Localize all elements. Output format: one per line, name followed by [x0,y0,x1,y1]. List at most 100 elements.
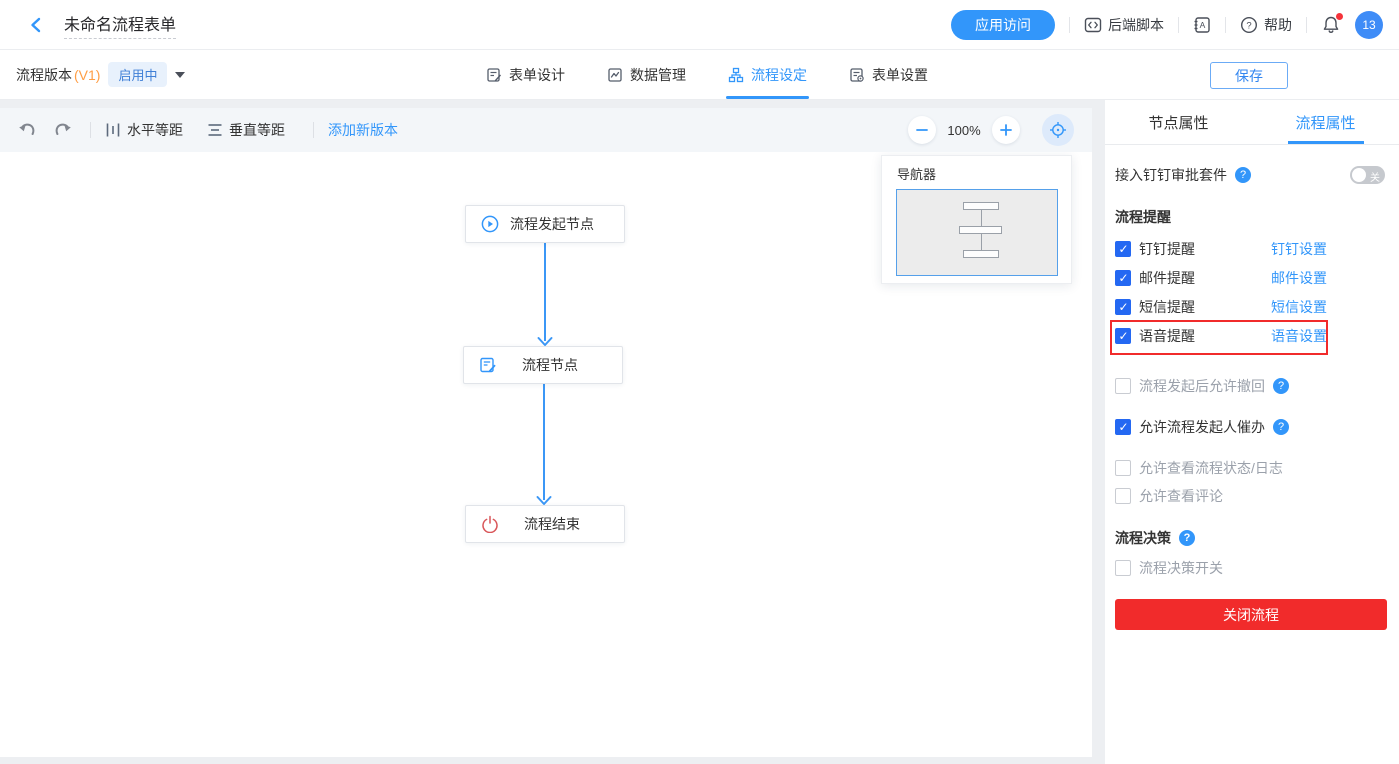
tab-flow-properties[interactable]: 流程属性 [1252,100,1399,144]
reminder-rows: 钉钉提醒 钉钉设置 邮件提醒 邮件设置 短信提醒 短信设置 [1115,235,1385,350]
help-icon[interactable]: ? [1235,167,1251,183]
properties-tabs: 节点属性 流程属性 [1105,100,1399,145]
code-icon [1084,16,1102,34]
divider [1069,17,1070,33]
help-icon[interactable]: ? [1179,530,1195,546]
back-button[interactable] [22,11,50,39]
backend-script-button[interactable]: 后端脚本 [1084,15,1164,35]
dingtalk-settings-link[interactable]: 钉钉设置 [1271,239,1327,259]
redo-icon [53,120,73,140]
divider [1178,17,1179,33]
checkbox-email-reminder[interactable] [1115,270,1131,286]
flow-setting-icon [728,67,744,83]
reminder-label: 钉钉提醒 [1139,239,1235,259]
voice-settings-link[interactable]: 语音设置 [1271,326,1327,346]
option-row-allow-withdraw: 流程发起后允许撤回 ? [1115,372,1385,400]
reminder-row-sms: 短信提醒 短信设置 [1115,293,1385,321]
reminder-row-dingtalk: 钉钉提醒 钉钉设置 [1115,235,1385,263]
decision-switch-row: 流程决策开关 [1115,554,1385,582]
dingtalk-suite-row: 接入钉钉审批套件 ? 关 [1115,165,1385,185]
reminder-label: 邮件提醒 [1139,268,1235,288]
toggle-knob [1352,168,1366,182]
minimap-node [963,250,999,258]
zoom-out-button[interactable] [908,116,936,144]
undo-button[interactable] [14,117,40,143]
reminder-row-voice: 语音提醒 语音设置 [1115,322,1385,350]
app-window: 未命名流程表单 应用访问 后端脚本 A ? 帮助 13 [0,0,1399,764]
checkbox-view-comments[interactable] [1115,488,1131,504]
option-label: 流程发起后允许撤回 [1139,376,1265,396]
flow-canvas[interactable]: 流程发起节点 流程节点 流程结束 导航器 [0,152,1092,757]
app-access-button[interactable]: 应用访问 [951,10,1055,40]
email-settings-link[interactable]: 邮件设置 [1271,268,1327,288]
tab-node-properties[interactable]: 节点属性 [1105,100,1252,144]
minus-icon [915,123,929,137]
page-title[interactable]: 未命名流程表单 [64,11,176,39]
play-circle-icon [481,215,499,233]
sms-settings-link[interactable]: 短信设置 [1271,297,1327,317]
version-tag: (V1) [74,67,100,83]
save-button[interactable]: 保存 [1210,62,1288,89]
header-actions: 应用访问 后端脚本 A ? 帮助 13 [951,10,1383,40]
navigator-panel: 导航器 [881,155,1072,284]
tab-form-design[interactable]: 表单设计 [486,50,565,99]
locate-button[interactable] [1042,114,1074,146]
form-edit-icon [479,356,497,374]
redo-button[interactable] [50,117,76,143]
backend-script-label: 后端脚本 [1108,15,1164,35]
flow-node-start[interactable]: 流程发起节点 [465,205,625,243]
minimap[interactable] [896,189,1058,276]
minimap-edge [981,210,982,226]
flow-designer-panel: 水平等距 垂直等距 添加新版本 100% [0,108,1092,757]
address-book-icon: A [1193,16,1211,34]
checkbox-voice-reminder[interactable] [1115,328,1131,344]
top-header: 未命名流程表单 应用访问 后端脚本 A ? 帮助 13 [0,0,1399,50]
vertical-spacing-label: 垂直等距 [229,120,285,140]
tab-label: 流程设定 [751,65,807,85]
horizontal-spacing-label: 水平等距 [127,120,183,140]
zoom-level: 100% [946,123,982,138]
checkbox-sms-reminder[interactable] [1115,299,1131,315]
flow-node-process[interactable]: 流程节点 [463,346,623,384]
checkbox-decision-switch[interactable] [1115,560,1131,576]
status-badge: 启用中 [108,62,167,87]
form-setting-icon [849,67,865,83]
dingtalk-suite-toggle[interactable]: 关 [1350,166,1385,184]
notifications-button[interactable] [1321,15,1341,35]
zoom-controls: 100% [908,114,1078,146]
version-dropdown-caret-icon[interactable] [175,72,185,78]
checkbox-allow-withdraw[interactable] [1115,378,1131,394]
checkbox-allow-urge[interactable] [1115,419,1131,435]
avatar[interactable]: 13 [1355,11,1383,39]
help-button[interactable]: ? 帮助 [1240,15,1292,35]
plus-icon [999,123,1013,137]
divider [1306,17,1307,33]
vertical-spacing-button[interactable]: 垂直等距 [207,120,285,140]
option-row-allow-urge: 允许流程发起人催办 ? [1115,413,1385,441]
help-icon[interactable]: ? [1273,378,1289,394]
horizontal-spacing-button[interactable]: 水平等距 [105,120,183,140]
address-book-button[interactable]: A [1193,16,1211,34]
option-label: 允许流程发起人催办 [1139,417,1265,437]
data-manage-icon [607,67,623,83]
checkbox-dingtalk-reminder[interactable] [1115,241,1131,257]
help-icon[interactable]: ? [1273,419,1289,435]
checkbox-view-status-log[interactable] [1115,460,1131,476]
minimap-node [963,202,999,210]
designer-tabs: 表单设计 数据管理 流程设定 表单设置 [486,50,928,99]
minimap-edge [981,234,982,250]
add-new-version-link[interactable]: 添加新版本 [328,120,398,140]
option-label: 允许查看评论 [1139,486,1223,506]
tab-flow-setting[interactable]: 流程设定 [728,50,807,99]
zoom-in-button[interactable] [992,116,1020,144]
toggle-off-label: 关 [1370,169,1380,184]
form-design-icon [486,67,502,83]
help-label: 帮助 [1264,15,1292,35]
tab-form-setting[interactable]: 表单设置 [849,50,928,99]
flow-node-end[interactable]: 流程结束 [465,505,625,543]
close-flow-button[interactable]: 关闭流程 [1115,599,1387,630]
power-icon [481,515,499,533]
crosshair-icon [1049,121,1067,139]
reminder-label: 短信提醒 [1139,297,1235,317]
tab-data-manage[interactable]: 数据管理 [607,50,686,99]
